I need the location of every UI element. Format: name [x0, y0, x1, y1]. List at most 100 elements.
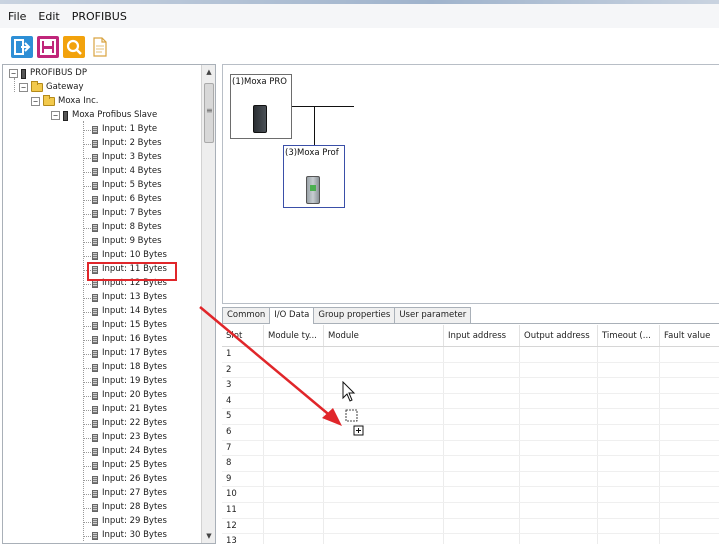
device-3-node[interactable]: (3)Moxa Prof [283, 145, 345, 208]
table-cell[interactable] [598, 393, 660, 409]
table-row[interactable]: 3 [222, 378, 719, 394]
tree-item-module[interactable]: Input: 2 Bytes [92, 137, 162, 150]
col-header-input-address[interactable]: Input address [444, 325, 520, 346]
table-cell[interactable] [520, 347, 598, 362]
menu-file[interactable]: File [6, 10, 28, 23]
table-cell[interactable] [520, 471, 598, 487]
table-cell[interactable] [444, 362, 520, 378]
collapse-icon[interactable]: − [9, 69, 18, 78]
tree-item-module[interactable]: Input: 1 Byte [92, 123, 157, 136]
table-cell[interactable] [660, 472, 719, 487]
tree-node-moxa-inc[interactable]: − Moxa Inc. [31, 95, 98, 108]
table-cell[interactable] [660, 503, 719, 518]
table-cell[interactable] [520, 424, 598, 440]
table-cell[interactable] [264, 347, 324, 362]
tree-item-module[interactable]: Input: 28 Bytes [92, 501, 167, 514]
table-cell[interactable] [598, 487, 660, 502]
table-cell[interactable] [520, 487, 598, 502]
tree-item-module[interactable]: Input: 3 Bytes [92, 151, 162, 164]
tree-item-module[interactable]: Input: 26 Bytes [92, 473, 167, 486]
table-row[interactable]: 11 [222, 502, 719, 519]
col-header-module-type[interactable]: Module ty... [264, 325, 324, 346]
table-row[interactable]: 8 [222, 456, 719, 472]
table-cell[interactable] [444, 534, 520, 544]
tab-common[interactable]: Common [222, 307, 271, 323]
tree-item-module[interactable]: Input: 25 Bytes [92, 459, 167, 472]
table-cell[interactable] [264, 378, 324, 393]
table-cell[interactable] [444, 456, 520, 471]
table-cell[interactable] [660, 425, 719, 440]
table-row[interactable]: 7 [222, 440, 719, 457]
col-header-slot[interactable]: Slot [222, 325, 264, 346]
tree-item-module[interactable]: Input: 23 Bytes [92, 431, 167, 444]
table-cell[interactable] [598, 502, 660, 518]
collapse-icon[interactable]: − [31, 97, 40, 106]
tree-node-profibus-dp[interactable]: − PROFIBUS DP [9, 67, 87, 80]
menu-edit[interactable]: Edit [36, 10, 61, 23]
table-row[interactable]: 2 [222, 362, 719, 379]
device-1-node[interactable]: (1)Moxa PRO [230, 74, 292, 139]
table-cell[interactable] [444, 409, 520, 424]
tree-item-module[interactable]: Input: 18 Bytes [92, 361, 167, 374]
table-cell[interactable] [598, 362, 660, 378]
table-cell[interactable] [324, 487, 444, 502]
tree-item-module[interactable]: Input: 22 Bytes [92, 417, 167, 430]
table-cell[interactable] [520, 456, 598, 471]
collapse-icon[interactable]: − [51, 111, 60, 120]
tree-item-module[interactable]: Input: 9 Bytes [92, 235, 162, 248]
table-cell[interactable] [598, 378, 660, 393]
table-cell[interactable] [264, 393, 324, 409]
table-cell[interactable] [264, 502, 324, 518]
table-cell[interactable] [660, 409, 719, 424]
table-cell[interactable] [660, 534, 719, 544]
tree-item-module[interactable]: Input: 30 Bytes [92, 529, 167, 542]
tree-node-gateway[interactable]: − Gateway [19, 81, 84, 94]
table-cell[interactable] [660, 378, 719, 393]
table-cell[interactable] [598, 534, 660, 544]
col-header-module[interactable]: Module [324, 325, 444, 346]
new-document-button[interactable] [89, 36, 111, 58]
table-cell[interactable] [264, 440, 324, 456]
table-cell[interactable] [520, 440, 598, 456]
table-cell[interactable] [444, 502, 520, 518]
table-cell[interactable] [520, 362, 598, 378]
table-cell[interactable] [520, 518, 598, 534]
tree-item-module[interactable]: Input: 19 Bytes [92, 375, 167, 388]
tree-scrollbar[interactable]: ▲ ▼ [201, 65, 215, 543]
tree-item-module[interactable]: Input: 10 Bytes [92, 249, 167, 262]
menu-profibus[interactable]: PROFIBUS [70, 10, 129, 23]
tree-item-module[interactable]: Input: 6 Bytes [92, 193, 162, 206]
tree-item-module[interactable]: Input: 17 Bytes [92, 347, 167, 360]
scroll-down-arrow-icon[interactable]: ▼ [202, 529, 215, 543]
table-cell[interactable] [660, 347, 719, 362]
table-cell[interactable] [598, 424, 660, 440]
table-cell[interactable] [264, 362, 324, 378]
col-header-output-address[interactable]: Output address [520, 325, 598, 346]
tree-item-module[interactable]: Input: 5 Bytes [92, 179, 162, 192]
table-cell[interactable] [520, 378, 598, 393]
table-cell[interactable] [598, 409, 660, 424]
tab-io-data[interactable]: I/O Data [269, 307, 315, 324]
tree-item-module[interactable]: Input: 7 Bytes [92, 207, 162, 220]
tree-item-module[interactable]: Input: 20 Bytes [92, 389, 167, 402]
table-cell[interactable] [598, 471, 660, 487]
table-cell[interactable] [444, 487, 520, 502]
table-cell[interactable] [324, 347, 444, 362]
tree-item-module[interactable]: Input: 15 Bytes [92, 319, 167, 332]
table-cell[interactable] [598, 347, 660, 362]
collapse-icon[interactable]: − [19, 83, 28, 92]
tree-item-module[interactable]: Input: 29 Bytes [92, 515, 167, 528]
table-row[interactable]: 1 [222, 347, 719, 363]
tree-item-module[interactable]: Input: 14 Bytes [92, 305, 167, 318]
table-cell[interactable] [264, 456, 324, 471]
tab-group-properties[interactable]: Group properties [313, 307, 396, 323]
table-cell[interactable] [660, 441, 719, 456]
table-cell[interactable] [660, 456, 719, 471]
table-cell[interactable] [264, 487, 324, 502]
table-cell[interactable] [324, 502, 444, 518]
save-button[interactable] [37, 35, 59, 58]
table-row[interactable]: 12 [222, 518, 719, 535]
tab-user-parameter[interactable]: User parameter [394, 307, 472, 323]
tree-item-module[interactable]: Input: 4 Bytes [92, 165, 162, 178]
table-cell[interactable] [324, 456, 444, 471]
